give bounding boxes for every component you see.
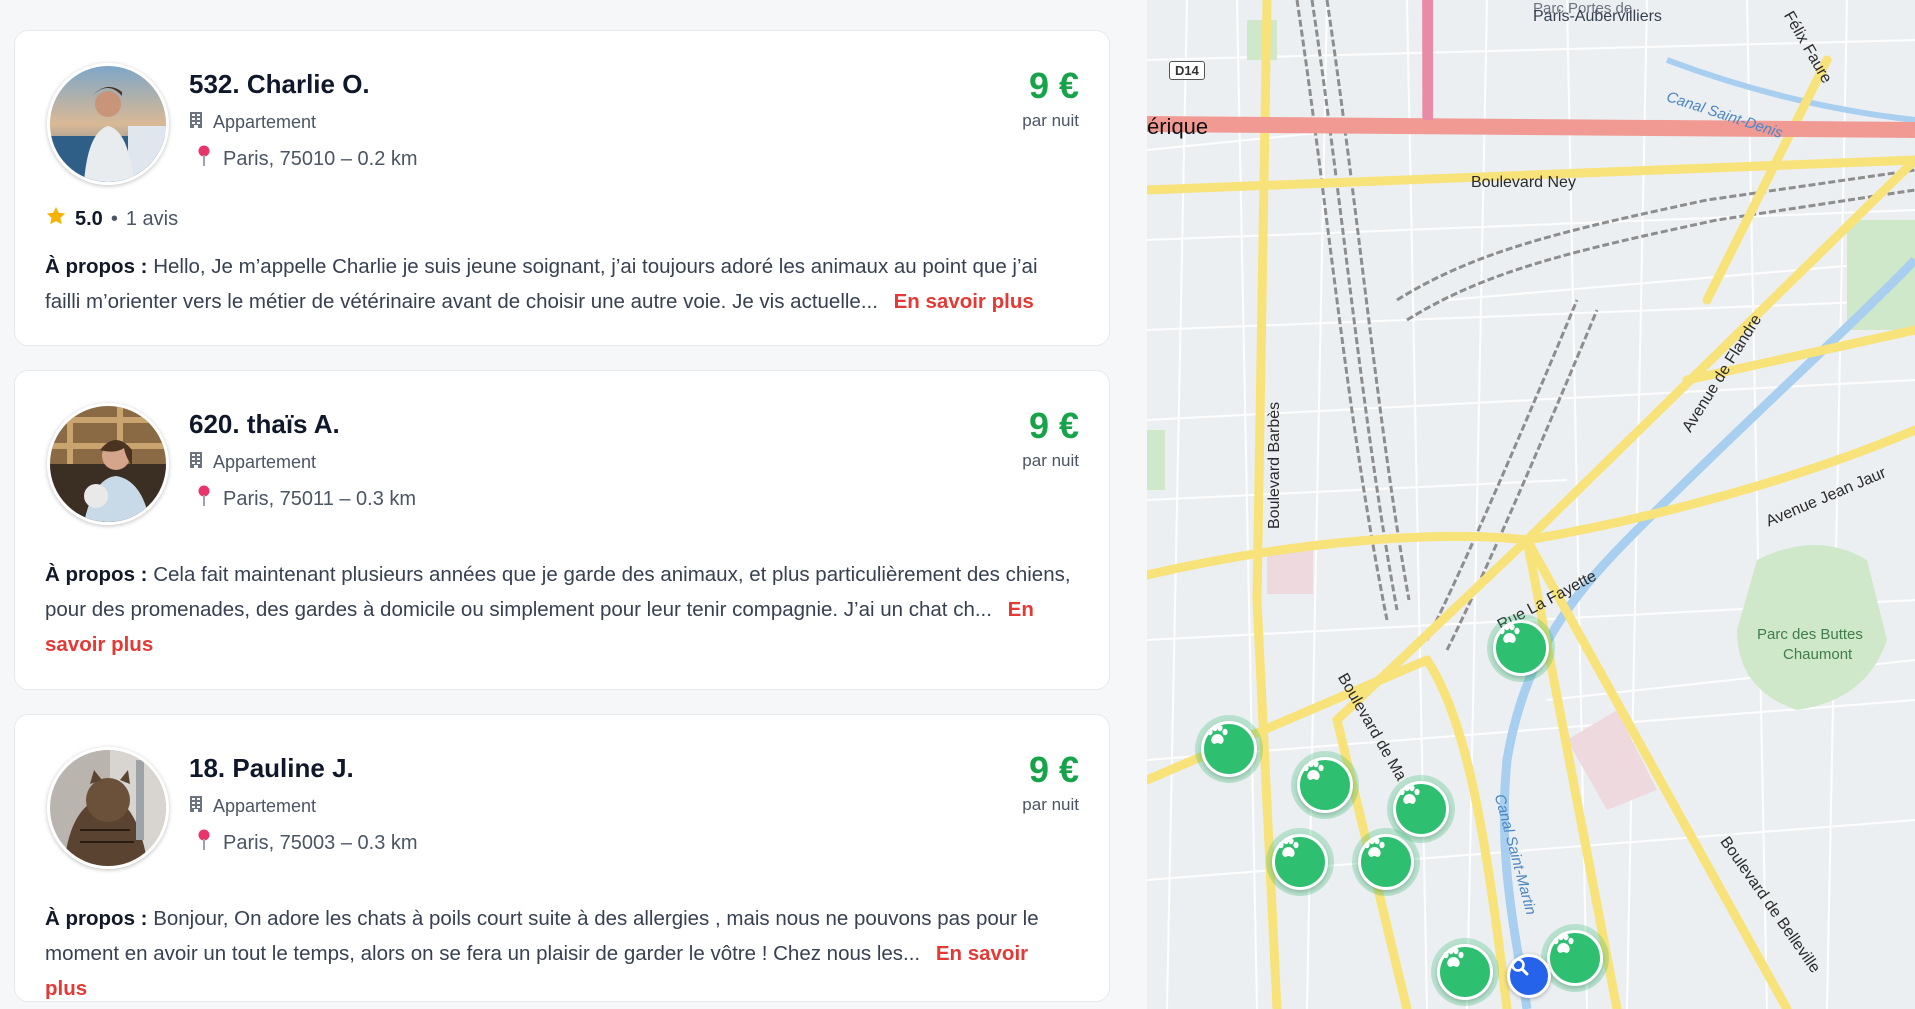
paw-icon bbox=[1278, 837, 1299, 857]
avatar[interactable] bbox=[47, 403, 169, 525]
paw-icon bbox=[1399, 784, 1420, 804]
paw-icon bbox=[1207, 724, 1228, 744]
sitter-marker[interactable] bbox=[1493, 620, 1549, 676]
road-label: Boulevard Barbès bbox=[1266, 401, 1283, 529]
about-text: À propos : Bonjour, On adore les chats à… bbox=[45, 901, 1075, 1006]
location-label: Paris, 75003 – 0.3 km bbox=[223, 831, 418, 854]
listing-card[interactable]: 620. thaïs A. Appartement Paris, 75011 –… bbox=[14, 370, 1110, 690]
search-icon bbox=[1511, 958, 1529, 976]
location: Paris, 75003 – 0.3 km bbox=[197, 829, 418, 857]
price-amount: 9 € bbox=[1028, 405, 1079, 446]
road-label: Boulevard Ney bbox=[1471, 174, 1576, 191]
price-unit: par nuit bbox=[1022, 451, 1079, 470]
about-body: Bonjour, On adore les chats à poils cour… bbox=[45, 907, 1039, 965]
paw-icon bbox=[1553, 933, 1574, 953]
park-label: Chaumont bbox=[1783, 646, 1853, 663]
review-count: 1 avis bbox=[125, 207, 179, 230]
search-location-marker[interactable] bbox=[1507, 954, 1551, 998]
paw-icon bbox=[1443, 947, 1464, 967]
pin-icon bbox=[197, 829, 211, 857]
building-icon bbox=[189, 451, 203, 474]
housing-type-label: Appartement bbox=[213, 112, 317, 132]
price-amount: 9 € bbox=[1028, 749, 1079, 790]
sitter-marker[interactable] bbox=[1547, 930, 1603, 986]
about-label: À propos : bbox=[45, 255, 148, 278]
sitter-name[interactable]: 18. Pauline J. bbox=[189, 753, 354, 784]
about-text: À propos : Hello, Je m’appelle Charlie j… bbox=[45, 249, 1075, 319]
about-body: Cela fait maintenant plusieurs années qu… bbox=[45, 563, 1071, 621]
sitter-marker[interactable] bbox=[1297, 757, 1353, 813]
paw-icon bbox=[1364, 837, 1385, 857]
price-unit: par nuit bbox=[1022, 111, 1079, 130]
paw-icon bbox=[1499, 623, 1520, 643]
price-unit: par nuit bbox=[1022, 795, 1079, 814]
rating-separator: • bbox=[110, 207, 118, 230]
listing-card[interactable]: 532. Charlie O. Appartement Paris, 75010… bbox=[14, 30, 1110, 346]
building-icon bbox=[189, 795, 203, 818]
price: 9 € par nuit bbox=[1022, 65, 1079, 131]
location-label: Paris, 75011 – 0.3 km bbox=[223, 487, 417, 510]
sitter-marker[interactable] bbox=[1272, 834, 1328, 890]
sitter-marker[interactable] bbox=[1393, 781, 1449, 837]
rating: 5.0 • 1 avis bbox=[45, 205, 178, 233]
sitter-marker[interactable] bbox=[1201, 721, 1257, 777]
price: 9 € par nuit bbox=[1022, 749, 1079, 815]
map[interactable]: Parc Portes de Paris-Aubervilliers ériqu… bbox=[1147, 0, 1915, 1009]
read-more-link[interactable]: En savoir plus bbox=[894, 290, 1034, 313]
sitter-name[interactable]: 620. thaïs A. bbox=[189, 409, 340, 440]
map-label: érique bbox=[1147, 114, 1209, 139]
housing-type-label: Appartement bbox=[213, 452, 317, 472]
about-label: À propos : bbox=[45, 563, 148, 586]
housing-type-label: Appartement bbox=[213, 796, 317, 816]
price: 9 € par nuit bbox=[1022, 405, 1079, 471]
sitter-name[interactable]: 532. Charlie O. bbox=[189, 69, 370, 100]
map-label: Paris-Aubervilliers bbox=[1533, 8, 1662, 25]
paw-icon bbox=[1303, 760, 1324, 780]
pin-icon bbox=[197, 485, 211, 513]
location: Paris, 75011 – 0.3 km bbox=[197, 485, 416, 513]
housing-type: Appartement bbox=[189, 795, 316, 818]
building-icon bbox=[189, 111, 203, 134]
park-label: Parc des Buttes bbox=[1757, 626, 1863, 643]
location-label: Paris, 75010 – 0.2 km bbox=[223, 147, 418, 170]
about-text: À propos : Cela fait maintenant plusieur… bbox=[45, 557, 1075, 662]
price-amount: 9 € bbox=[1028, 65, 1079, 106]
pin-icon bbox=[197, 145, 211, 173]
location: Paris, 75010 – 0.2 km bbox=[197, 145, 418, 173]
avatar[interactable] bbox=[47, 747, 169, 869]
rating-score: 5.0 bbox=[75, 207, 103, 230]
housing-type: Appartement bbox=[189, 111, 316, 134]
about-body: Hello, Je m’appelle Charlie je suis jeun… bbox=[45, 255, 1038, 313]
about-label: À propos : bbox=[45, 907, 148, 930]
housing-type: Appartement bbox=[189, 451, 316, 474]
avatar[interactable] bbox=[47, 63, 169, 185]
road-shield: D14 bbox=[1169, 61, 1205, 80]
sitter-list: 532. Charlie O. Appartement Paris, 75010… bbox=[0, 0, 1147, 1009]
star-icon bbox=[45, 205, 67, 233]
sitter-marker[interactable] bbox=[1358, 834, 1414, 890]
sitter-marker[interactable] bbox=[1437, 944, 1493, 1000]
listing-card[interactable]: 18. Pauline J. Appartement Paris, 75003 … bbox=[14, 714, 1110, 1002]
